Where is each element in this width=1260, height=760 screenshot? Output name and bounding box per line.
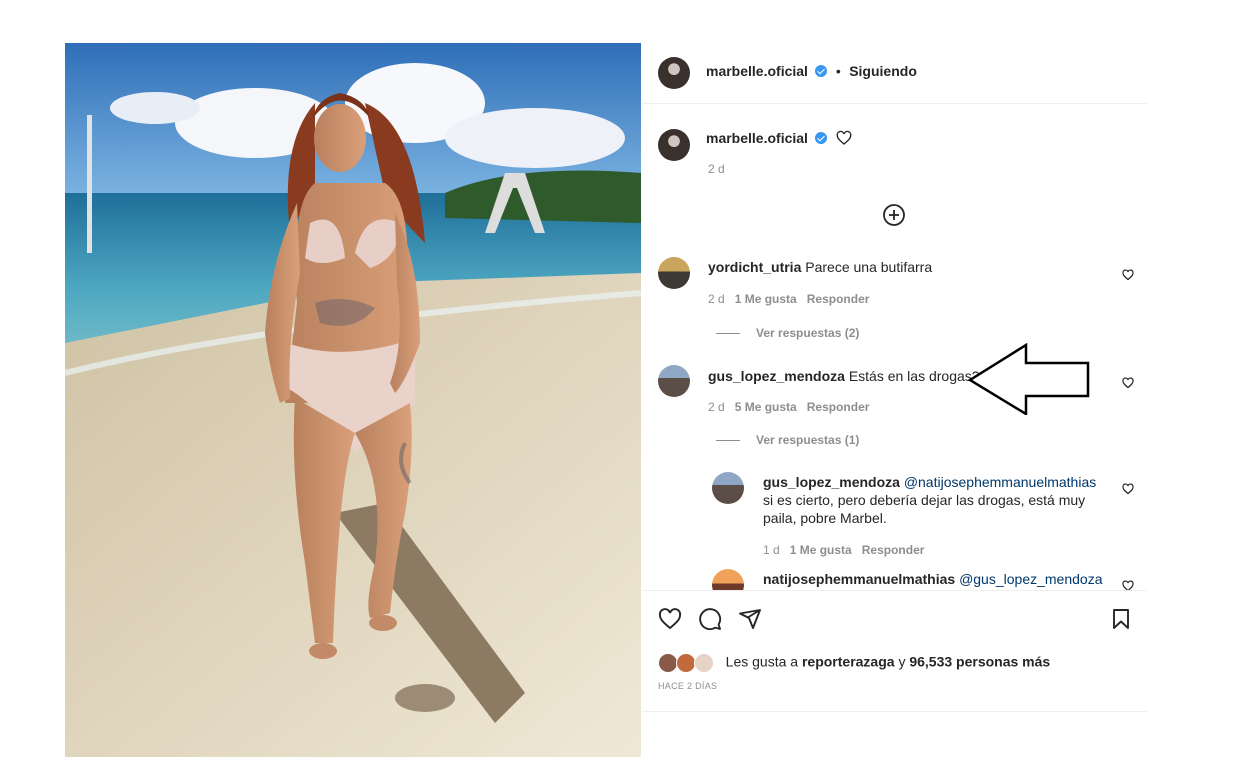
annotation-arrow <box>968 343 1090 415</box>
reply-button[interactable]: Responder <box>862 543 925 557</box>
comment-username[interactable]: gus_lopez_mendoza <box>708 368 845 384</box>
divider-line <box>716 440 740 442</box>
reply: natijosephemmanuelmathias @gus_lopez_men… <box>763 570 1102 588</box>
reply-text: si es cierto, pero debería dejar las dro… <box>763 492 1086 526</box>
view-replies-button[interactable]: Ver respuestas (2) <box>716 326 859 340</box>
post-actions: Les gusta a reporterazaga y 96,533 perso… <box>642 590 1147 712</box>
reply-meta: 1 d 1 Me gusta Responder <box>763 543 924 557</box>
liker-avatar <box>675 653 696 673</box>
heart-icon[interactable] <box>1122 269 1134 281</box>
post-photo[interactable] <box>65 43 641 757</box>
likes-prefix: Les gusta a <box>725 653 799 670</box>
divider-line <box>716 333 740 335</box>
comment-meta: 2 d 1 Me gusta Responder <box>708 292 869 306</box>
caption-username[interactable]: marbelle.oficial <box>706 130 808 146</box>
author-username[interactable]: marbelle.oficial <box>706 63 808 79</box>
liker-avatar <box>693 653 714 673</box>
likes-summary[interactable]: Les gusta a reporterazaga y 96,533 perso… <box>658 653 1050 673</box>
view-replies-button[interactable]: Ver respuestas (1) <box>716 433 859 447</box>
comments-scroll-area[interactable]: marbelle.oficial 2 d yordicht_utria Pare… <box>642 104 1147 590</box>
beach-photo-image <box>65 43 641 757</box>
reply: gus_lopez_mendoza @natijosephemmanuelmat… <box>763 473 1108 527</box>
reply-likes[interactable]: 1 Me gusta <box>790 543 852 557</box>
separator-dot: • <box>835 63 841 79</box>
liker-username[interactable]: reporterazaga <box>802 654 895 670</box>
reply-button[interactable]: Responder <box>807 292 870 306</box>
verified-icon <box>815 132 828 144</box>
add-circle-icon[interactable] <box>882 203 906 227</box>
reply-username[interactable]: natijosephemmanuelmathias <box>763 571 955 587</box>
comment: yordicht_utria Parece una butifarra <box>708 258 932 276</box>
share-icon[interactable] <box>738 607 762 631</box>
comment-avatar[interactable] <box>658 257 690 289</box>
comment-username[interactable]: yordicht_utria <box>708 259 801 275</box>
caption-time: 2 d <box>708 162 725 176</box>
reply-username[interactable]: gus_lopez_mendoza <box>763 474 900 490</box>
view-replies-label: Ver respuestas (1) <box>756 433 860 447</box>
likes-others[interactable]: 96,533 personas más <box>909 654 1050 670</box>
reply-avatar[interactable] <box>712 472 744 504</box>
comment-likes[interactable]: 5 Me gusta <box>735 400 797 414</box>
likes-joiner: y <box>898 653 906 670</box>
caption-avatar[interactable] <box>658 129 690 161</box>
reply-button[interactable]: Responder <box>807 400 870 414</box>
bookmark-icon[interactable] <box>1109 607 1133 631</box>
comment-text: Estás en las drogas? <box>848 368 980 384</box>
heart-icon[interactable] <box>1122 483 1134 495</box>
comment-avatar[interactable] <box>658 365 690 397</box>
heart-icon[interactable] <box>658 607 682 631</box>
verified-icon <box>815 65 828 77</box>
comment-text: Parece una butifarra <box>805 259 933 275</box>
reply-mention[interactable]: @natijosephemmanuelmathias <box>904 474 1096 490</box>
heart-icon[interactable] <box>1122 580 1134 590</box>
view-replies-label: Ver respuestas (2) <box>756 326 860 340</box>
following-button[interactable]: Siguiendo <box>849 63 917 79</box>
comment-time: 2 d <box>708 400 725 414</box>
comment-meta: 2 d 5 Me gusta Responder <box>708 400 869 414</box>
post-header: marbelle.oficial • Siguiendo <box>642 43 1147 104</box>
author-avatar[interactable] <box>658 57 690 89</box>
comment-time: 2 d <box>708 292 725 306</box>
reply-avatar[interactable] <box>712 569 744 590</box>
comment-likes[interactable]: 1 Me gusta <box>735 292 797 306</box>
post-side-panel: marbelle.oficial • Siguiendo marbelle.of… <box>642 43 1147 757</box>
heart-icon[interactable] <box>1122 377 1134 389</box>
reply-mention[interactable]: @gus_lopez_mendoza <box>959 571 1102 587</box>
reply-time: 1 d <box>763 543 780 557</box>
comment-icon[interactable] <box>698 607 722 631</box>
comment: gus_lopez_mendoza Estás en las drogas? <box>708 367 980 385</box>
post-date[interactable]: HACE 2 DÍAS <box>658 681 717 691</box>
heart-icon[interactable] <box>836 130 852 146</box>
